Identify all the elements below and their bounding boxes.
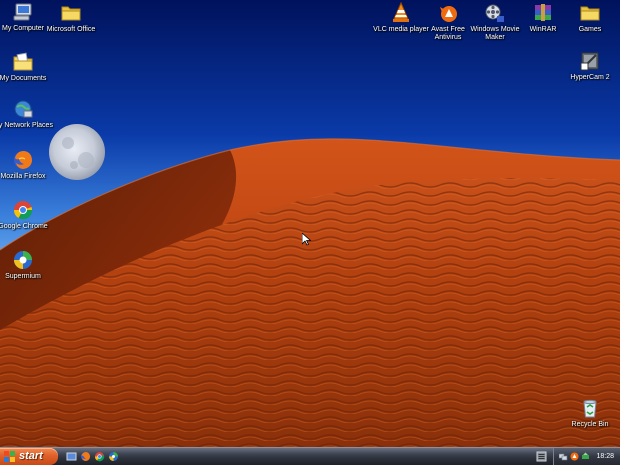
desktop-icon-label: Microsoft Office bbox=[46, 26, 96, 33]
chrome-icon bbox=[13, 201, 33, 220]
desktop-icon-label: Mozilla Firefox bbox=[0, 173, 46, 180]
desktop-icon-label: My Documents bbox=[0, 75, 47, 82]
system-tray: 18:28 bbox=[553, 448, 620, 465]
desktop-icon-google-chrome[interactable]: Google Chrome bbox=[0, 199, 53, 231]
start-button[interactable]: start bbox=[0, 448, 58, 465]
network-tray-icon[interactable] bbox=[559, 452, 568, 461]
vlc-icon bbox=[393, 2, 409, 22]
desktop-icon-games[interactable]: Games bbox=[560, 2, 620, 34]
network-places-icon bbox=[14, 100, 33, 118]
desktop-icon-recycle-bin[interactable]: Recycle Bin bbox=[560, 397, 620, 429]
clock[interactable]: 18:28 bbox=[596, 448, 614, 465]
recycle-bin-icon bbox=[583, 399, 597, 418]
desktop-icon-my-documents[interactable]: My Documents bbox=[0, 51, 53, 83]
avast-icon bbox=[440, 6, 457, 22]
firefox-icon bbox=[14, 151, 32, 169]
desktop-icon-supermium[interactable]: Supermium bbox=[0, 249, 53, 281]
documents-folder-icon bbox=[13, 52, 33, 71]
desktop-icon-label: Supermium bbox=[5, 273, 41, 280]
folder-icon bbox=[61, 6, 81, 21]
quick-launch-supermium-icon[interactable] bbox=[108, 451, 119, 462]
taskbar: start 18:28 bbox=[0, 447, 620, 465]
desktop-icon-microsoft-office[interactable]: Microsoft Office bbox=[41, 2, 101, 34]
quick-launch-chrome-icon[interactable] bbox=[94, 451, 105, 462]
desktop-icon-label: Recycle Bin bbox=[571, 421, 609, 428]
movie-maker-icon bbox=[485, 4, 504, 22]
safely-remove-tray-icon[interactable] bbox=[581, 452, 590, 461]
desktop-icon-label: Games bbox=[578, 26, 602, 33]
desert-dune-wallpaper bbox=[0, 0, 620, 447]
folder-icon bbox=[580, 6, 600, 21]
desktop[interactable]: My Computer My Documents My Network Plac… bbox=[0, 0, 620, 465]
computer-icon bbox=[13, 3, 32, 21]
desktop-icon-label: My Network Places bbox=[0, 122, 53, 129]
quick-launch-firefox-icon[interactable] bbox=[80, 451, 91, 462]
desktop-icon-label: Google Chrome bbox=[0, 223, 48, 230]
windows-logo-icon bbox=[4, 451, 15, 462]
hypercam-tray-icon[interactable] bbox=[536, 451, 547, 462]
mouse-cursor bbox=[302, 233, 311, 246]
desktop-icon-my-network-places[interactable]: My Network Places bbox=[0, 98, 53, 130]
avast-tray-icon[interactable] bbox=[570, 452, 579, 461]
desktop-icon-hypercam-2[interactable]: HyperCam 2 bbox=[560, 50, 620, 82]
start-label: start bbox=[19, 450, 43, 462]
desktop-icon-mozilla-firefox[interactable]: Mozilla Firefox bbox=[0, 149, 53, 181]
show-desktop-icon[interactable] bbox=[66, 451, 77, 462]
hypercam-icon bbox=[580, 52, 599, 71]
winrar-icon bbox=[535, 4, 551, 21]
desktop-icon-label: HyperCam 2 bbox=[570, 74, 610, 81]
supermium-icon bbox=[14, 251, 32, 269]
